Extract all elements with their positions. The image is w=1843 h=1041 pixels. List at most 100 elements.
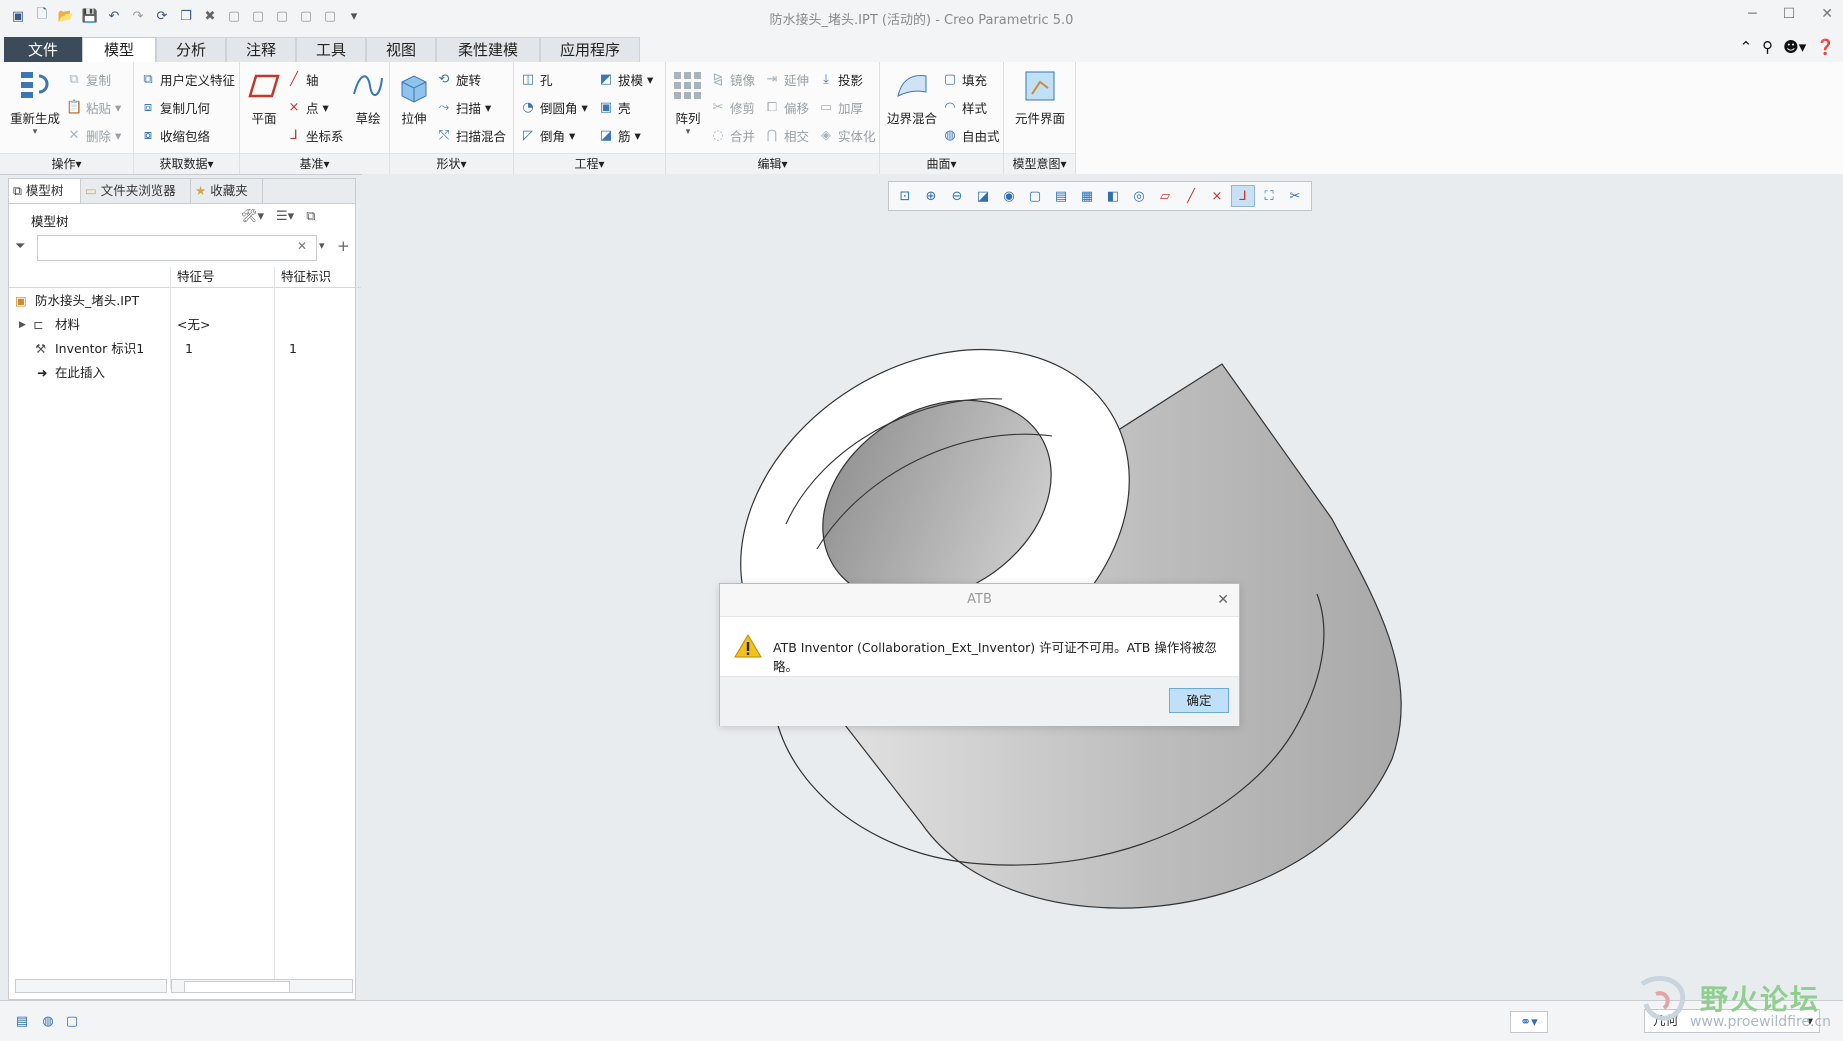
axis-display-icon[interactable]: ╱ [1179, 185, 1203, 207]
delete-button[interactable]: ✕ 删除 ▾ [66, 126, 122, 145]
search-input[interactable] [37, 235, 317, 261]
sketch-button[interactable]: 草绘 [348, 68, 388, 127]
project-button[interactable]: ⤓ 投影 [818, 70, 863, 89]
refit-icon[interactable]: ⊡ [893, 185, 917, 207]
zoom-in-icon[interactable]: ⊕ [919, 185, 943, 207]
trim-button[interactable]: ✂ 修剪 [710, 98, 755, 117]
zoom-out-icon[interactable]: ⊖ [945, 185, 969, 207]
find-icon[interactable]: ⚭▾ [1510, 1011, 1548, 1033]
tab-folder-browser[interactable]: ▭ 文件夹浏览器 [81, 179, 191, 203]
tab-tools[interactable]: 工具 [296, 37, 366, 62]
udf-button[interactable]: ⧉ 用户定义特征 [140, 70, 235, 89]
component-interface-button[interactable]: 元件界面 [1010, 68, 1070, 127]
full-screen-icon[interactable]: ▢ [62, 1011, 82, 1031]
tree-settings-icon[interactable]: 🛠▾ [241, 209, 264, 224]
extend-button[interactable]: ⇥ 延伸 [764, 70, 809, 89]
datum-display-icon[interactable]: ⏥ [1153, 185, 1177, 207]
column-feature-id[interactable]: 特征标识 [275, 267, 361, 288]
pattern-button[interactable]: 阵列 ▾ [668, 68, 708, 137]
expand-icon[interactable]: ▶ [19, 315, 26, 335]
paste-button[interactable]: 📋 粘贴 ▾ [66, 98, 121, 117]
close-icon[interactable]: ✕ [1821, 6, 1833, 22]
thicken-button[interactable]: ▭ 加厚 [818, 98, 863, 117]
tree-item-insert-here[interactable]: ➜ 在此插入 [9, 363, 355, 383]
group-label-surfaces[interactable]: 曲面▾ [880, 153, 1003, 174]
filter-icon[interactable]: ⏷ [15, 239, 25, 254]
group-label-engineering[interactable]: 工程▾ [514, 153, 665, 174]
plane-button[interactable]: 平面 [244, 68, 284, 127]
show-navigator-icon[interactable]: ▤ [12, 1011, 32, 1031]
tab-flexible-modeling[interactable]: 柔性建模 [436, 37, 540, 62]
group-label-get-data[interactable]: 获取数据▾ [134, 153, 239, 174]
offset-button[interactable]: ⧠ 偏移 [764, 98, 809, 117]
show-icon[interactable]: ☰▾ [276, 209, 294, 224]
display-style-icon[interactable]: ▢ [1023, 185, 1047, 207]
chamfer-button[interactable]: ◸ 倒角 ▾ [520, 126, 575, 145]
tree-item-root[interactable]: ▣ 防水接头_堵头.IPT [9, 291, 355, 311]
csys-display-icon[interactable]: ⅃ [1231, 185, 1255, 207]
tab-favorites[interactable]: ★ 收藏夹 [191, 179, 263, 203]
search-icon[interactable]: ⚲ [1762, 38, 1773, 56]
sweep-button[interactable]: ⤳ 扫描 ▾ [436, 98, 492, 117]
repaint-icon[interactable]: ◪ [971, 185, 995, 207]
fill-button[interactable]: ▢ 填充 [942, 70, 987, 89]
tab-model[interactable]: 模型 [82, 37, 156, 63]
h-scrollbar-left[interactable] [15, 979, 167, 993]
minimize-ribbon-icon[interactable]: ⌃ [1740, 38, 1753, 56]
saved-views-icon[interactable]: ▤ [1049, 185, 1073, 207]
perspective-icon[interactable]: ◧ [1101, 185, 1125, 207]
style-button[interactable]: ◠ 样式 [942, 98, 987, 117]
view-manager-icon[interactable]: ▦ [1075, 185, 1099, 207]
dialog-close-icon[interactable]: ✕ [1217, 592, 1229, 608]
annotation-display-icon[interactable]: ⛶ [1257, 185, 1281, 207]
freestyle-button[interactable]: ◍ 自由式 [942, 126, 999, 145]
tab-file[interactable]: 文件 [4, 37, 82, 62]
solidify-button[interactable]: ◈ 实体化 [818, 126, 876, 145]
swept-blend-button[interactable]: ⤲ 扫描混合 [436, 126, 506, 145]
csys-button[interactable]: ⅃ 坐标系 [286, 126, 343, 145]
extrude-button[interactable]: 拉伸 [394, 68, 434, 127]
tree-filter-icon[interactable]: ⧉ [306, 209, 315, 224]
tab-view[interactable]: 视图 [366, 37, 436, 62]
revolve-button[interactable]: ⟲ 旋转 [436, 70, 481, 89]
shell-button[interactable]: ▣ 壳 [598, 98, 631, 117]
search-dropdown-icon[interactable]: ▾ [319, 239, 325, 252]
group-label-editing[interactable]: 编辑▾ [666, 153, 879, 174]
point-button[interactable]: × 点 ▾ [286, 98, 329, 117]
tab-model-tree[interactable]: ⧉ 模型树 [9, 179, 81, 203]
mirror-button[interactable]: ⧎ 镜像 [710, 70, 755, 89]
axis-button[interactable]: ╱ 轴 [286, 70, 318, 89]
shading-icon[interactable]: ◉ [997, 185, 1021, 207]
tree-item-material[interactable]: ▶ ⊏ 材料 <无> [9, 315, 355, 335]
tab-annotate[interactable]: 注释 [226, 37, 296, 62]
shrinkwrap-button[interactable]: ⧇ 收缩包络 [140, 126, 210, 145]
maximize-icon[interactable]: ☐ [1783, 6, 1796, 22]
scroll-thumb[interactable] [184, 981, 290, 993]
group-label-model-intent[interactable]: 模型意图▾ [1004, 153, 1075, 174]
group-label-operations[interactable]: 操作▾ [0, 153, 133, 174]
browser-icon[interactable]: ◍ [38, 1011, 58, 1031]
tab-applications[interactable]: 应用程序 [540, 37, 640, 62]
help-icon[interactable]: ❓ [1816, 38, 1835, 56]
column-feature-number[interactable]: 特征号 [171, 267, 281, 288]
tree-item-inventor-id[interactable]: ⚒ Inventor 标识1 1 1 [9, 339, 355, 359]
copy-button[interactable]: ⧉ 复制 [66, 70, 111, 89]
community-icon[interactable]: ☻▾ [1783, 38, 1806, 56]
spin-center-icon[interactable]: ◎ [1127, 185, 1151, 207]
merge-button[interactable]: ◌ 合并 [710, 126, 755, 145]
group-label-datum[interactable]: 基准▾ [240, 153, 389, 174]
copy-geometry-button[interactable]: ⧈ 复制几何 [140, 98, 210, 117]
spin-center-display-icon[interactable]: ✂ [1283, 185, 1307, 207]
hole-button[interactable]: ◫ 孔 [520, 70, 553, 89]
rib-button[interactable]: ◪ 筋 ▾ [598, 126, 641, 145]
boundary-blend-button[interactable]: 边界混合 [884, 68, 940, 127]
ok-button[interactable]: 确定 [1169, 688, 1229, 713]
regenerate-button[interactable]: 重新生成 ▾ [8, 68, 62, 137]
column-name[interactable] [9, 267, 171, 288]
point-display-icon[interactable]: × [1205, 185, 1229, 207]
group-label-shapes[interactable]: 形状▾ [390, 153, 513, 174]
add-column-icon[interactable]: + [337, 237, 350, 255]
round-button[interactable]: ◔ 倒圆角 ▾ [520, 98, 587, 117]
intersect-button[interactable]: ⋂ 相交 [764, 126, 809, 145]
clear-search-icon[interactable]: ✕ [297, 239, 307, 253]
